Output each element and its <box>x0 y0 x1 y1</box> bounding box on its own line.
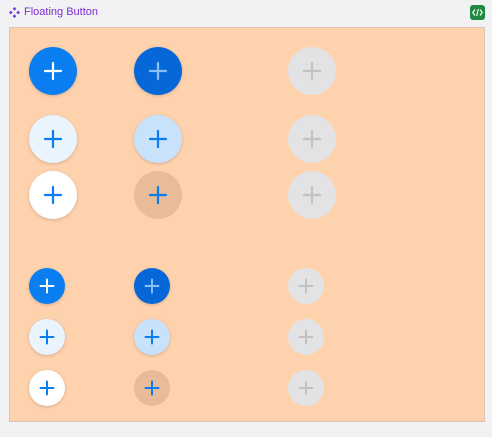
plus-icon <box>144 278 160 294</box>
plus-icon <box>43 61 63 81</box>
plus-icon <box>148 129 168 149</box>
fab-large-disabled[interactable] <box>288 115 336 163</box>
plus-icon <box>302 129 322 149</box>
fab-small-disabled[interactable] <box>288 370 324 406</box>
plus-icon <box>148 61 168 81</box>
fab-small-blue-light[interactable] <box>134 319 170 355</box>
code-view-button[interactable] <box>470 5 485 20</box>
plus-icon <box>298 278 314 294</box>
component-frame <box>9 27 485 422</box>
plus-icon <box>302 61 322 81</box>
component-diamond-icon <box>9 6 20 18</box>
fab-large-blue-light[interactable] <box>134 115 182 163</box>
fab-small-disabled[interactable] <box>288 319 324 355</box>
fab-large-white-hover[interactable] <box>29 115 77 163</box>
fab-large-disabled[interactable] <box>288 47 336 95</box>
fab-large-primary[interactable] <box>29 47 77 95</box>
fab-small-peach-pressed[interactable] <box>134 370 170 406</box>
plus-icon <box>39 329 55 345</box>
plus-icon <box>302 185 322 205</box>
plus-icon <box>39 278 55 294</box>
fab-large-primary-pressed[interactable] <box>134 47 182 95</box>
plus-icon <box>148 185 168 205</box>
fab-small-disabled[interactable] <box>288 268 324 304</box>
fab-small-white-hover[interactable] <box>29 319 65 355</box>
plus-icon <box>144 380 160 396</box>
component-header: Floating Button <box>0 0 492 27</box>
component-title-text: Floating Button <box>24 6 98 18</box>
fab-small-white[interactable] <box>29 370 65 406</box>
fab-large-peach-pressed[interactable] <box>134 171 182 219</box>
fab-large-white[interactable] <box>29 171 77 219</box>
code-brackets-icon <box>472 8 483 17</box>
plus-icon <box>43 129 63 149</box>
fab-large-disabled[interactable] <box>288 171 336 219</box>
fab-small-primary[interactable] <box>29 268 65 304</box>
plus-icon <box>298 380 314 396</box>
fab-small-primary-pressed[interactable] <box>134 268 170 304</box>
component-title: Floating Button <box>9 6 98 18</box>
plus-icon <box>144 329 160 345</box>
plus-icon <box>298 329 314 345</box>
plus-icon <box>39 380 55 396</box>
plus-icon <box>43 185 63 205</box>
